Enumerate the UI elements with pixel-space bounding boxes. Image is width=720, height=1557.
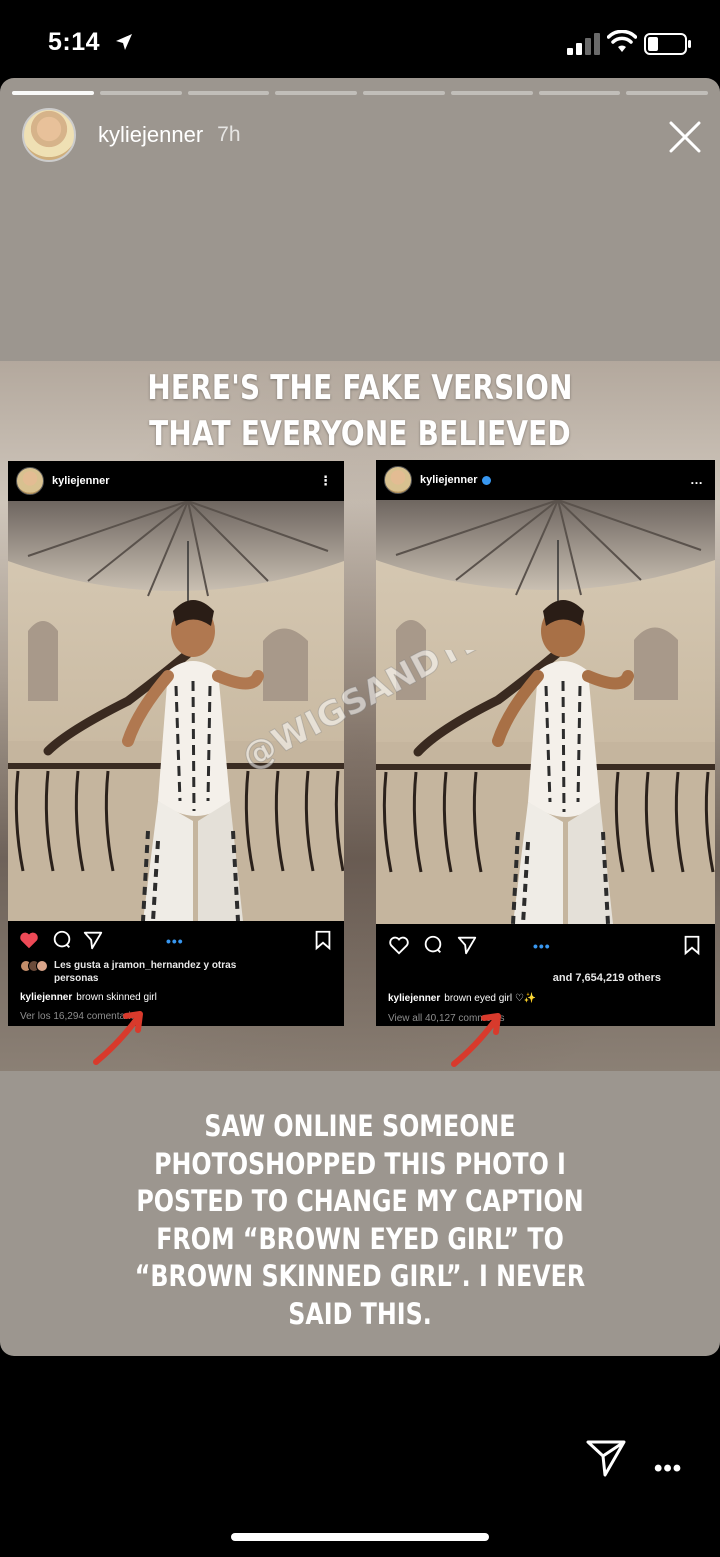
battery-icon <box>644 33 691 55</box>
progress-segment <box>538 91 621 95</box>
post-avatar <box>384 466 412 494</box>
post-caption: kyliejenner brown skinned girl <box>20 992 157 1003</box>
more-vertical-icon: ⋮ <box>319 473 332 488</box>
home-indicator[interactable] <box>231 1533 489 1541</box>
story-progress-bar <box>12 91 708 95</box>
avatar[interactable] <box>22 108 76 162</box>
heart-emoji-icon: ♡✨ <box>514 993 537 1004</box>
status-bar: 5:14 <box>0 0 720 78</box>
more-options-icon[interactable]: ••• <box>654 1455 682 1483</box>
red-arrow-left <box>93 1011 143 1065</box>
likes-text-cont: personas <box>54 973 99 984</box>
likes-text: Les gusta a jramon_hernandez y otras <box>54 960 237 971</box>
bookmark-icon <box>315 930 331 951</box>
close-icon[interactable] <box>668 120 702 154</box>
post-header: kyliejenner … <box>376 460 715 500</box>
post-avatar <box>16 467 44 495</box>
post-actions: ••• <box>376 928 715 964</box>
story-headline: HERE'S THE FAKE VERSION THAT EVERYONE BE… <box>147 368 573 454</box>
cellular-signal-icon <box>567 33 600 55</box>
progress-segment <box>99 91 182 95</box>
story-body-text: SAW ONLINE SOMEONE PHOTOSHOPPED THIS PHO… <box>134 1109 586 1331</box>
progress-segment <box>12 91 94 95</box>
progress-segment <box>626 91 708 95</box>
post-username: kyliejenner <box>52 475 110 487</box>
share-icon <box>457 936 477 955</box>
heart-outline-icon <box>389 936 409 955</box>
wifi-icon <box>607 30 637 52</box>
heart-filled-icon <box>20 932 38 949</box>
progress-segment <box>187 91 270 95</box>
caption-text: brown skinned girl <box>76 992 157 1003</box>
status-time: 5:14 <box>48 28 101 56</box>
story-username[interactable]: kyliejenner <box>98 122 203 148</box>
post-actions: ••• <box>8 923 344 959</box>
liker-avatars <box>20 960 48 972</box>
progress-segment <box>363 91 445 95</box>
bookmark-icon <box>684 935 700 956</box>
caption-username: kyliejenner <box>388 993 441 1004</box>
post-header: kyliejenner ⋮ <box>8 461 344 501</box>
verified-badge-icon <box>482 475 492 485</box>
story-header: kyliejenner 7h <box>22 108 241 162</box>
share-icon <box>83 931 103 950</box>
comment-icon <box>424 935 442 953</box>
carousel-dots: ••• <box>166 933 184 949</box>
more-horizontal-icon: … <box>690 472 703 487</box>
watermark-text: @WIGSANDTEA <box>235 650 500 778</box>
red-arrow-right <box>451 1013 501 1067</box>
carousel-dots: ••• <box>533 938 551 954</box>
caption-username: kyliejenner <box>20 992 73 1003</box>
post-username: kyliejenner <box>420 474 478 486</box>
likes-text: and 7,654,219 others <box>552 972 661 984</box>
post-caption: kyliejenner brown eyed girl ♡✨ <box>388 993 536 1004</box>
progress-segment <box>450 91 533 95</box>
watermark: @WIGSANDTEA <box>235 650 500 778</box>
location-arrow-icon <box>116 34 132 50</box>
send-icon[interactable] <box>585 1438 627 1478</box>
caption-text: brown eyed girl <box>444 993 513 1004</box>
likes-line: Les gusta a jramon_hernandez y otras per… <box>20 959 320 985</box>
comment-icon <box>53 930 71 948</box>
progress-segment <box>275 91 357 95</box>
story-age: 7h <box>217 123 241 146</box>
